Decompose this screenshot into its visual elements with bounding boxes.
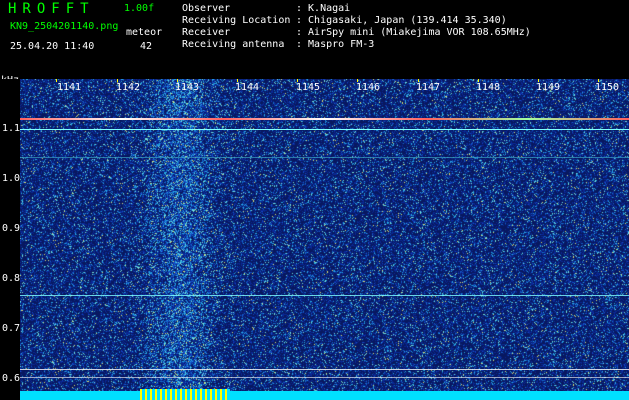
horizontal-line bbox=[20, 377, 629, 378]
y-tick-label: 0.8 bbox=[2, 273, 21, 284]
info-antenna-label: Receiving antenna bbox=[182, 39, 285, 50]
y-tick-label: 1.1 bbox=[2, 123, 21, 134]
filename-label: KN9_2504201140.png bbox=[10, 21, 119, 32]
y-tick-label: 0.6 bbox=[2, 373, 21, 384]
meteor-label: meteor bbox=[126, 27, 163, 38]
info-location-label: Receiving Location bbox=[182, 15, 291, 26]
horizontal-line bbox=[20, 157, 629, 158]
x-tick-label: 1141 bbox=[57, 82, 82, 93]
spectrogram-noise bbox=[20, 79, 629, 400]
x-tick-label: 1142 bbox=[116, 82, 141, 93]
info-observer-value: : K.Nagai bbox=[296, 3, 351, 14]
app-title: HROFFT bbox=[8, 1, 95, 17]
version-label: 1.00f bbox=[124, 3, 155, 14]
x-tick-label: 1150 bbox=[595, 82, 620, 93]
info-location-value: : Chigasaki, Japan (139.414 35.340) bbox=[296, 15, 507, 26]
horizontal-line bbox=[20, 295, 629, 296]
info-observer-label: Observer bbox=[182, 3, 231, 14]
info-receiver-value: : AirSpy mini (Miakejima VOR 108.65MHz) bbox=[296, 27, 531, 38]
y-tick-label: 0.9 bbox=[2, 223, 21, 234]
meteor-burst-bar bbox=[140, 389, 230, 400]
x-tick-label: 1149 bbox=[536, 82, 561, 93]
x-tick-label: 1145 bbox=[296, 82, 321, 93]
x-tick-label: 1148 bbox=[476, 82, 501, 93]
info-receiver-label: Receiver bbox=[182, 27, 231, 38]
carrier-line bbox=[20, 118, 629, 120]
meteor-count: 42 bbox=[140, 41, 153, 52]
x-tick-label: 1143 bbox=[175, 82, 200, 93]
datetime-label: 25.04.20 11:40 bbox=[10, 41, 95, 52]
x-tick-label: 1146 bbox=[356, 82, 381, 93]
noise-floor-bar bbox=[20, 391, 629, 400]
horizontal-line bbox=[20, 129, 629, 130]
x-tick-label: 1147 bbox=[416, 82, 441, 93]
spectrogram-plot[interactable]: 1141 1142 1143 1144 1145 1146 1147 1148 … bbox=[20, 79, 629, 400]
info-antenna-value: : Maspro FM-3 bbox=[296, 39, 375, 50]
x-tick-label: 1144 bbox=[235, 82, 260, 93]
y-tick-label: 1.0 bbox=[2, 173, 21, 184]
header-panel: HROFFT 1.00f KN9_2504201140.png meteor 2… bbox=[0, 0, 629, 86]
y-tick-label: 0.7 bbox=[2, 323, 21, 334]
horizontal-line bbox=[20, 369, 629, 370]
y-axis: 1.1 1.0 0.9 0.8 0.7 0.6 bbox=[0, 79, 20, 400]
